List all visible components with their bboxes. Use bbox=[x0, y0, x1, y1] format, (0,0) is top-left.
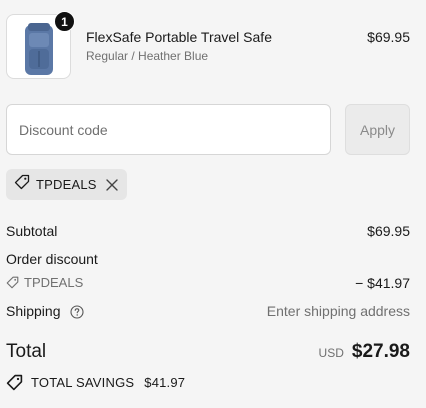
product-thumbnail: 1 bbox=[6, 11, 75, 79]
product-price: $69.95 bbox=[367, 29, 410, 45]
subtotal-value: $69.95 bbox=[367, 223, 410, 239]
shipping-label-group: Shipping bbox=[6, 303, 84, 319]
product-name: FlexSafe Portable Travel Safe bbox=[86, 29, 272, 45]
discount-value: − $41.97 bbox=[355, 275, 410, 291]
total-savings-row: TOTAL SAVINGS $41.97 bbox=[6, 374, 410, 394]
product-image bbox=[25, 23, 53, 75]
quantity-badge: 1 bbox=[54, 11, 75, 32]
subtotal-label: Subtotal bbox=[6, 223, 58, 239]
subtotal-row: Subtotal $69.95 bbox=[6, 223, 410, 243]
discount-code-row: TPDEALS − $41.97 bbox=[6, 275, 410, 295]
tag-icon bbox=[6, 374, 23, 391]
total-savings: TOTAL SAVINGS $41.97 bbox=[6, 374, 185, 391]
tag-icon bbox=[14, 174, 30, 195]
savings-value: $41.97 bbox=[144, 375, 186, 390]
order-discount-row: Order discount bbox=[6, 251, 410, 271]
product-variant: Regular / Heather Blue bbox=[86, 49, 209, 63]
close-icon bbox=[106, 178, 118, 191]
order-summary: 1 FlexSafe Portable Travel Safe Regular … bbox=[0, 0, 426, 408]
total-label: Total bbox=[6, 341, 47, 362]
apply-button[interactable]: Apply bbox=[345, 104, 410, 155]
total-value-group: USD $27.98 bbox=[319, 341, 410, 363]
discount-code-summary: TPDEALS bbox=[6, 275, 83, 290]
shipping-value: Enter shipping address bbox=[266, 303, 410, 319]
discount-code-input[interactable] bbox=[6, 104, 331, 155]
line-item: 1 FlexSafe Portable Travel Safe Regular … bbox=[6, 11, 410, 80]
applied-discount-chip: TPDEALS bbox=[6, 169, 127, 200]
shipping-label: Shipping bbox=[6, 303, 61, 319]
shipping-row: Shipping Enter shipping address bbox=[6, 303, 410, 323]
tag-icon bbox=[6, 276, 19, 289]
currency-code: USD bbox=[318, 346, 344, 360]
savings-label: TOTAL SAVINGS bbox=[31, 375, 135, 390]
applied-code-label: TPDEALS bbox=[36, 177, 97, 192]
remove-discount-button[interactable] bbox=[105, 178, 119, 192]
order-discount-label: Order discount bbox=[6, 251, 98, 267]
total-value: $27.98 bbox=[351, 341, 410, 362]
help-icon[interactable] bbox=[70, 305, 84, 319]
discount-code-text: TPDEALS bbox=[24, 275, 84, 290]
total-row: Total USD $27.98 bbox=[6, 341, 410, 367]
